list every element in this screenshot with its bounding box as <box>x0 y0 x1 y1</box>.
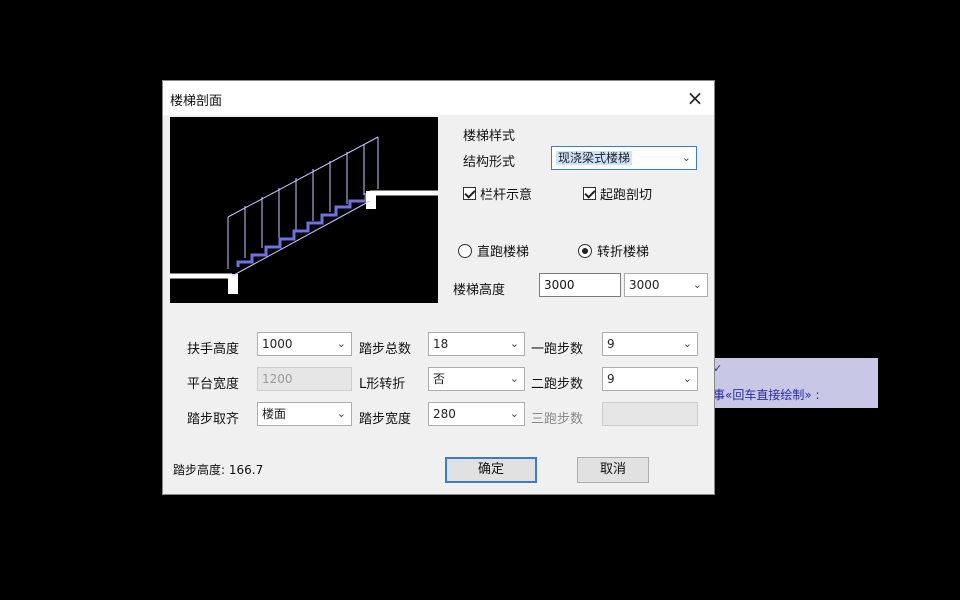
chevron-down-icon: ⌄ <box>336 337 346 350</box>
run2-steps-value: 9 <box>607 372 615 386</box>
stair-height-label: 楼梯高度 <box>453 283 506 298</box>
handrail-height-select[interactable]: 1000 ⌄ <box>257 332 352 356</box>
platform-width-select[interactable]: 1200 <box>257 367 352 391</box>
run2-steps-label: 二跑步数 <box>531 377 584 392</box>
l-turn-label: L形转折 <box>359 377 406 392</box>
ok-button[interactable]: 确定 <box>445 457 537 483</box>
chevron-down-icon: ⌄ <box>509 337 519 350</box>
check-icon <box>463 187 476 200</box>
cancel-button[interactable]: 取消 <box>577 457 649 483</box>
run1-steps-select[interactable]: 9 ⌄ <box>602 332 698 356</box>
step-height-readout: 踏步高度: 166.7 <box>173 463 264 477</box>
stair-preview-drawing <box>170 136 438 294</box>
turn-stair-radio[interactable]: 转折楼梯 <box>578 241 649 260</box>
stair-steps <box>236 193 368 267</box>
titlebar: 楼梯剖面 × <box>163 81 714 115</box>
railing-lines <box>227 136 379 269</box>
stair-section-dialog: 楼梯剖面 × 楼梯样式 结构形式 现浇梁式楼梯 ⌄ 栏杆示意 起跑剖切 直跑楼梯… <box>162 80 715 495</box>
l-turn-select[interactable]: 否 ⌄ <box>428 367 525 391</box>
chevron-down-icon: ⌄ <box>509 407 519 420</box>
start-break-checkbox[interactable]: 起跑剖切 <box>583 184 652 203</box>
radio-empty-icon <box>458 243 472 258</box>
stair-preview <box>170 117 438 303</box>
railing-checkbox[interactable]: 栏杆示意 <box>463 184 532 203</box>
run1-steps-label: 一跑步数 <box>531 342 584 357</box>
steps-total-value: 18 <box>433 337 449 351</box>
hint-line2: 事«回车直接绘制» : <box>713 388 820 402</box>
chevron-down-icon: ⌄ <box>681 151 691 164</box>
run1-steps-value: 9 <box>607 337 615 351</box>
turn-stair-label: 转折楼梯 <box>597 245 650 260</box>
steps-total-select[interactable]: 18 ⌄ <box>428 332 525 356</box>
check-icon <box>583 187 596 200</box>
handrail-height-value: 1000 <box>262 337 293 351</box>
structure-value: 现浇梁式楼梯 <box>556 151 633 165</box>
steps-total-label: 踏步总数 <box>359 342 412 357</box>
chevron-down-icon: ⌄ <box>692 278 702 291</box>
step-align-select[interactable]: 楼面 ⌄ <box>257 402 352 426</box>
chevron-down-icon: ⌄ <box>336 407 346 420</box>
chevron-down-icon: ⌄ <box>682 337 692 350</box>
structure-select[interactable]: 现浇梁式楼梯 ⌄ <box>551 146 697 170</box>
stair-height-input[interactable]: 3000 <box>539 273 621 297</box>
straight-stair-label: 直跑楼梯 <box>477 245 530 260</box>
step-align-value: 楼面 <box>262 407 287 421</box>
stair-style-heading: 楼梯样式 <box>463 129 516 144</box>
platform-width-label: 平台宽度 <box>187 377 240 392</box>
straight-stair-radio[interactable]: 直跑楼梯 <box>458 241 529 260</box>
chevron-down-icon: ⌄ <box>509 372 519 385</box>
handrail-height-label: 扶手高度 <box>187 342 240 357</box>
radio-selected-icon <box>578 243 592 258</box>
run2-steps-select[interactable]: 9 ⌄ <box>602 367 698 391</box>
stair-height-select[interactable]: 3000 ⌄ <box>624 273 708 297</box>
step-width-value: 280 <box>433 407 456 421</box>
chevron-down-icon: ⌄ <box>682 372 692 385</box>
step-width-select[interactable]: 280 ⌄ <box>428 402 525 426</box>
command-hint-panel: ✓ 事«回车直接绘制» : <box>703 358 878 408</box>
l-turn-value: 否 <box>433 372 446 386</box>
structure-label: 结构形式 <box>463 155 516 170</box>
start-break-label: 起跑剖切 <box>600 188 653 203</box>
run3-steps-label: 三跑步数 <box>531 412 584 427</box>
step-width-label: 踏步宽度 <box>359 412 412 427</box>
railing-label: 栏杆示意 <box>480 188 533 203</box>
stair-height-select-value: 3000 <box>629 278 660 292</box>
step-align-label: 踏步取齐 <box>187 412 240 427</box>
platform-width-value: 1200 <box>262 372 293 386</box>
dialog-title: 楼梯剖面 <box>170 94 223 109</box>
close-icon[interactable]: × <box>682 85 708 111</box>
run3-steps-select[interactable] <box>602 402 698 426</box>
